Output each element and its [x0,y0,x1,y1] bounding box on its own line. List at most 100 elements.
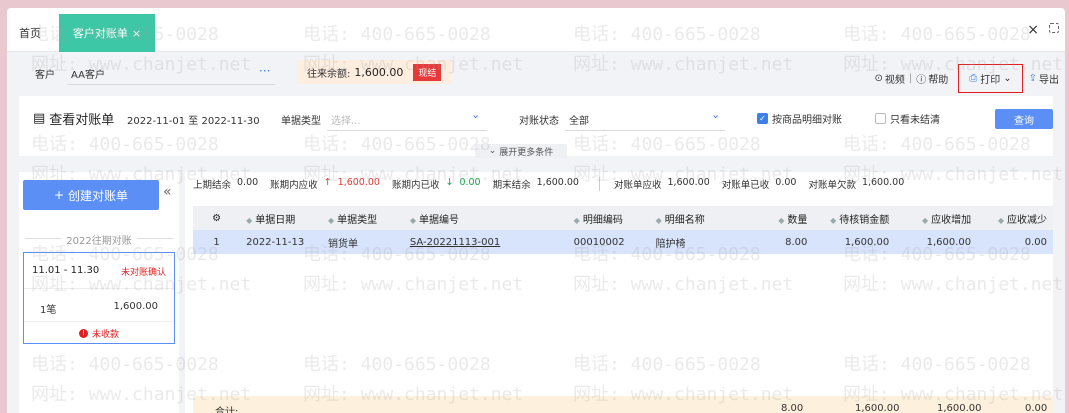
cell-inc: 1,600.00 [895,230,978,254]
opening-value: 0.00 [237,177,259,188]
period-divider: 2022往期对账 [25,232,173,247]
total-inc: 1,600.00 [937,403,982,413]
customer-underline [67,84,275,85]
doc-type-label: 单据类型 [281,116,321,127]
alert-icon: ! [78,329,88,338]
col-dec[interactable]: ◆ 应收减少 [977,206,1053,230]
window-close-icon[interactable]: × [1027,22,1039,38]
total-row: 合计: 8.00 1,600.00 1,600.00 0.00 [193,396,1053,413]
col-type[interactable]: ◆ 单据类型 [321,206,404,230]
cell-item-name: 陪护椅 [649,230,742,254]
balance-label: 往来余额: [307,68,351,80]
stmt-owed-label: 对账单欠款 [808,180,856,191]
app-window: 首页 客户对账单 × × 客户 AA客户 ··· 往来余额: 1,600.00 … [7,8,1065,413]
print-label: 打印 [980,75,1001,86]
video-link[interactable]: ⊙ 视频 [874,71,904,86]
help-label: 帮助 [928,75,949,86]
expand-conditions-button[interactable]: ⌄ 展开更多条件 [475,144,567,158]
help-link[interactable]: ⓘ 帮助 [916,71,948,86]
cash-badge: 现结 [413,63,442,81]
closing-value: 1,600.00 [536,177,579,188]
detail-checkbox[interactable]: ✓ 按商品明细对账 [757,111,842,126]
page-title-text: 查看对账单 [49,113,115,128]
customer-label: 客户 [35,70,55,81]
divider [598,177,600,191]
page-title: ▤ 查看对账单 [33,109,114,128]
chevron-down-icon[interactable]: ⌄ [471,108,480,121]
tab-customer-statement[interactable]: 客户对账单 × [59,14,155,52]
col-qty[interactable]: ◆ 数量 [741,206,814,230]
total-dec: 0.00 [1025,403,1048,413]
tab-home[interactable]: 首页 [19,25,41,41]
window-maximize-icon[interactable] [1049,23,1059,33]
payment-status-text: 未收款 [91,330,119,340]
status-label: 对账状态 [519,116,559,127]
cell-item-code: 00010002 [567,230,650,254]
col-item-name[interactable]: ◆ 明细名称 [649,206,742,230]
col-inc[interactable]: ◆ 应收增加 [895,206,978,230]
cell-type: 销货单 [321,230,404,254]
doc-type-underline [327,130,487,131]
collapse-icon[interactable]: « [163,184,172,200]
tab-bar: 首页 客户对账单 × × [7,8,1065,52]
table-row[interactable]: 1 2022-11-13 销货单 SA-20221113-001 0001000… [193,230,1053,254]
status-select[interactable]: 全部 [569,112,589,127]
double-chevron-down-icon: ⌄ [488,146,497,156]
column-settings-icon[interactable]: ⚙ [193,206,241,230]
statement-icon: ▤ [33,111,46,126]
col-item-code[interactable]: ◆ 明细编码 [567,206,650,230]
checkbox-icon [875,113,886,124]
card-payment-status: ! 未收款 [24,321,174,345]
doc-type-select[interactable]: 选择... [331,112,361,127]
tab-label: 客户对账单 [72,27,128,40]
customer-more-button[interactable]: ··· [259,64,270,78]
play-icon: ⊙ [874,73,883,84]
export-button[interactable]: ⇪ 导出 [1029,71,1059,86]
query-button[interactable]: 查询 [995,109,1053,129]
unsettled-checkbox-label: 只看未结清 [890,115,940,126]
unsettled-checkbox[interactable]: 只看未结清 [875,111,940,126]
total-label: 合计: [215,407,239,413]
row-number: 1 [193,230,241,254]
date-range-picker[interactable]: 2022-11-01 至 2022-11-30 [127,112,260,127]
balance-value: 1,600.00 [354,65,404,79]
chevron-down-icon[interactable]: ⌄ [711,108,720,121]
arrow-up-icon: ↑ [323,177,332,188]
print-button[interactable]: ⎙ 打印 ⌄ [958,64,1023,93]
col-date[interactable]: ◆ 单据日期 [240,206,322,230]
customer-input[interactable]: AA客户 [71,66,105,81]
cell-date: 2022-11-13 [240,230,322,254]
cell-qty: 8.00 [741,230,814,254]
checkbox-checked-icon: ✓ [757,113,768,124]
create-statement-button[interactable]: + 创建对账单 [23,180,159,210]
total-pending: 1,600.00 [855,403,900,413]
card-count: 1笔 [40,305,57,316]
statement-card[interactable]: 11.01 - 11.30 未对账确认 1笔 1,600.00 ! 未收款 [23,252,175,344]
summary-bar: 上期结余 0.00 账期内应收 ↑ 1,600.00 账期内已收 ↓ 0.00 … [193,177,910,191]
opening-label: 上期结余 [193,180,232,191]
col-pending[interactable]: ◆ 待核销金额 [813,206,896,230]
video-label: 视频 [884,75,905,86]
statement-sidebar: + 创建对账单 « 2022往期对账 11.01 - 11.30 未对账确认 1… [19,172,179,413]
receivable-label: 账期内应收 [270,180,318,191]
stmt-receivable-value: 1,600.00 [667,177,710,188]
status-underline [565,130,725,131]
receivable-value: 1,600.00 [337,177,380,188]
tab-close-icon[interactable]: × [132,27,141,40]
doc-code-link[interactable]: SA-20221113-001 [403,230,568,254]
toolbar-actions: ⊙ 视频 | ⓘ 帮助 ⎙ 打印 ⌄ ⇪ 导出 [874,64,1059,93]
divider: | [908,73,913,84]
statement-detail: 上期结余 0.00 账期内应收 ↑ 1,600.00 账期内已收 ↓ 0.00 … [185,172,1053,413]
create-label: 创建对账单 [68,188,129,203]
plus-icon: + [53,188,65,202]
help-icon: ⓘ [916,75,927,86]
col-code[interactable]: ◆ 单据编号 [403,206,568,230]
received-value: 0.00 [459,177,481,188]
closing-label: 期末结余 [492,180,531,191]
export-icon: ⇪ [1028,73,1037,84]
chevron-down-icon: ⌄ [1003,73,1012,84]
stmt-received-label: 对账单已收 [721,180,770,191]
cell-pending: 1,600.00 [813,230,896,254]
card-amount: 1,600.00 [113,301,158,312]
filter-panel: ▤ 查看对账单 2022-11-01 至 2022-11-30 单据类型 选择.… [19,96,1053,158]
